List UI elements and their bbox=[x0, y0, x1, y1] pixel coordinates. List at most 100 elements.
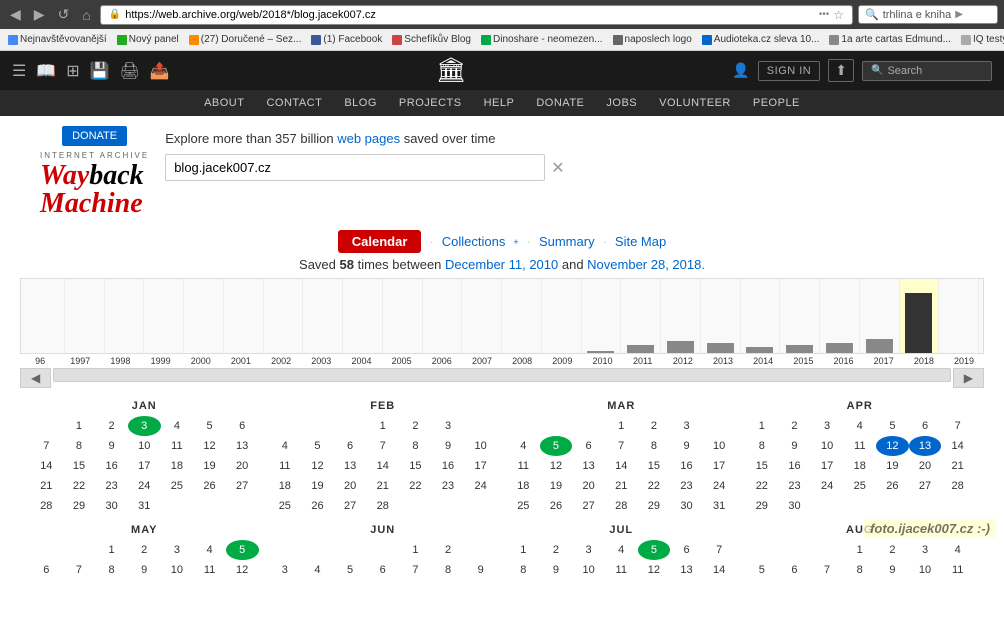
timeline-year-col[interactable] bbox=[780, 278, 820, 353]
bookmark-item[interactable]: Schefíkův Blog bbox=[388, 33, 475, 46]
collections-link[interactable]: Collections bbox=[442, 234, 506, 249]
year-label[interactable]: 2003 bbox=[301, 356, 341, 366]
year-label[interactable]: 2008 bbox=[502, 356, 542, 366]
year-label[interactable]: 1997 bbox=[60, 356, 100, 366]
donate-button[interactable]: DONATE bbox=[62, 126, 127, 146]
archive-search-box[interactable]: 🔍 Search bbox=[862, 61, 992, 81]
share-icon[interactable]: 📤 bbox=[150, 61, 170, 81]
timeline-year-col[interactable] bbox=[701, 278, 741, 353]
year-label[interactable]: 2015 bbox=[783, 356, 823, 366]
year-label[interactable]: 2013 bbox=[703, 356, 743, 366]
cal-day: 18 bbox=[161, 456, 194, 476]
cal-day[interactable]: 5 bbox=[638, 540, 671, 560]
timeline-year-col[interactable] bbox=[144, 278, 184, 353]
address-bar[interactable]: 🔒 https://web.archive.org/web/2018*/blog… bbox=[100, 5, 853, 25]
bookmark-item[interactable]: (27) Doručené – Sez... bbox=[185, 33, 306, 46]
nav-blog[interactable]: BLOG bbox=[344, 97, 377, 109]
year-label[interactable]: 1999 bbox=[141, 356, 181, 366]
year-label[interactable]: 2018 bbox=[904, 356, 944, 366]
year-label[interactable]: 2000 bbox=[181, 356, 221, 366]
year-label[interactable]: 2014 bbox=[743, 356, 783, 366]
calendar-tab-active[interactable]: Calendar bbox=[338, 230, 422, 253]
timeline-year-col[interactable] bbox=[661, 278, 701, 353]
timeline-year-col[interactable] bbox=[860, 278, 900, 353]
year-label[interactable]: 2005 bbox=[382, 356, 422, 366]
timeline-year-col[interactable] bbox=[820, 278, 860, 353]
back-btn[interactable]: ◀ bbox=[6, 4, 25, 25]
year-label[interactable]: 2011 bbox=[623, 356, 663, 366]
forward-btn[interactable]: ▶ bbox=[30, 4, 49, 25]
timeline-year-col[interactable] bbox=[224, 278, 264, 353]
timeline-year-col[interactable] bbox=[462, 278, 502, 353]
home-btn[interactable]: ⌂ bbox=[78, 5, 94, 25]
timeline-year-col[interactable] bbox=[582, 278, 622, 353]
timeline-year-col[interactable] bbox=[303, 278, 343, 353]
cal-day[interactable]: 5 bbox=[540, 436, 573, 456]
nav-donate[interactable]: DONATE bbox=[536, 97, 584, 109]
year-label[interactable]: 2010 bbox=[582, 356, 622, 366]
save-icon[interactable]: 💾 bbox=[90, 61, 110, 81]
cal-day[interactable]: 12 bbox=[876, 436, 909, 456]
bookmark-item[interactable]: Nový panel bbox=[113, 33, 183, 46]
menu-icon[interactable]: ☰ bbox=[12, 61, 26, 81]
nav-people[interactable]: PEOPLE bbox=[753, 97, 800, 109]
timeline-year-col[interactable] bbox=[741, 278, 781, 353]
year-label[interactable]: 2012 bbox=[663, 356, 703, 366]
nav-volunteer[interactable]: VOLUNTEER bbox=[659, 97, 731, 109]
year-label[interactable]: 96 bbox=[20, 356, 60, 366]
year-label[interactable]: 1998 bbox=[100, 356, 140, 366]
timeline-left-arrow[interactable]: ◀ bbox=[20, 368, 51, 388]
timeline-year-col[interactable] bbox=[105, 278, 145, 353]
timeline-scrollbar[interactable] bbox=[53, 368, 951, 382]
year-label[interactable]: 2009 bbox=[542, 356, 582, 366]
year-label[interactable]: 2016 bbox=[823, 356, 863, 366]
year-label[interactable]: 2017 bbox=[864, 356, 904, 366]
timeline-year-col[interactable] bbox=[65, 278, 105, 353]
nav-projects[interactable]: PROJECTS bbox=[399, 97, 462, 109]
bookmark-item[interactable]: Dinoshare - neomezen... bbox=[477, 33, 607, 46]
book-icon[interactable]: 📖 bbox=[36, 61, 56, 81]
print-icon[interactable]: 🖨 bbox=[120, 61, 140, 81]
browser-search-box[interactable]: 🔍 trhlina e kniha ▶ bbox=[858, 5, 998, 24]
year-label[interactable]: 2019 bbox=[944, 356, 984, 366]
cal-day[interactable]: 3 bbox=[128, 416, 161, 436]
nav-about[interactable]: ABOUT bbox=[204, 97, 244, 109]
year-label[interactable]: 2001 bbox=[221, 356, 261, 366]
sign-in-button[interactable]: SIGN IN bbox=[758, 61, 820, 81]
timeline-year-col[interactable] bbox=[900, 278, 940, 353]
refresh-btn[interactable]: ↺ bbox=[54, 4, 74, 25]
bookmark-item[interactable]: Nejnavštěvovanější bbox=[4, 33, 111, 46]
timeline-year-col[interactable] bbox=[25, 278, 65, 353]
url-clear-btn[interactable]: ✕ bbox=[551, 158, 564, 178]
bookmark-item[interactable]: 1a arte cartas Edmund... bbox=[825, 33, 955, 46]
summary-link[interactable]: Summary bbox=[539, 234, 595, 249]
nav-contact[interactable]: CONTACT bbox=[266, 97, 322, 109]
timeline-year-col[interactable] bbox=[939, 278, 979, 353]
bookmark-item[interactable]: Audioteka.cz sleva 10... bbox=[698, 33, 824, 46]
year-label[interactable]: 2004 bbox=[341, 356, 381, 366]
bookmark-item[interactable]: (1) Facebook bbox=[307, 33, 386, 46]
cal-day[interactable]: 13 bbox=[909, 436, 942, 456]
year-label[interactable]: 2002 bbox=[261, 356, 301, 366]
grid-icon[interactable]: ⊞ bbox=[66, 61, 79, 81]
cal-day: 25 bbox=[843, 476, 876, 496]
timeline-year-col[interactable] bbox=[383, 278, 423, 353]
timeline-year-col[interactable] bbox=[264, 278, 304, 353]
nav-help[interactable]: HELP bbox=[484, 97, 515, 109]
nav-jobs[interactable]: JOBS bbox=[606, 97, 637, 109]
timeline-year-col[interactable] bbox=[621, 278, 661, 353]
year-label[interactable]: 2007 bbox=[462, 356, 502, 366]
bookmark-item[interactable]: IQ testy - Předškoláci -... bbox=[957, 33, 1004, 46]
timeline-year-col[interactable] bbox=[542, 278, 582, 353]
timeline-year-col[interactable] bbox=[502, 278, 542, 353]
upload-button[interactable]: ⬆ bbox=[828, 59, 854, 82]
timeline-year-col[interactable] bbox=[343, 278, 383, 353]
url-input[interactable] bbox=[165, 154, 545, 181]
timeline-year-col[interactable] bbox=[184, 278, 224, 353]
timeline-right-arrow[interactable]: ▶ bbox=[953, 368, 984, 388]
bookmark-item[interactable]: naposlech logo bbox=[609, 33, 696, 46]
cal-day[interactable]: 5 bbox=[226, 540, 259, 560]
year-label[interactable]: 2006 bbox=[422, 356, 462, 366]
timeline-year-col[interactable] bbox=[423, 278, 463, 353]
sitemap-link[interactable]: Site Map bbox=[615, 234, 666, 249]
